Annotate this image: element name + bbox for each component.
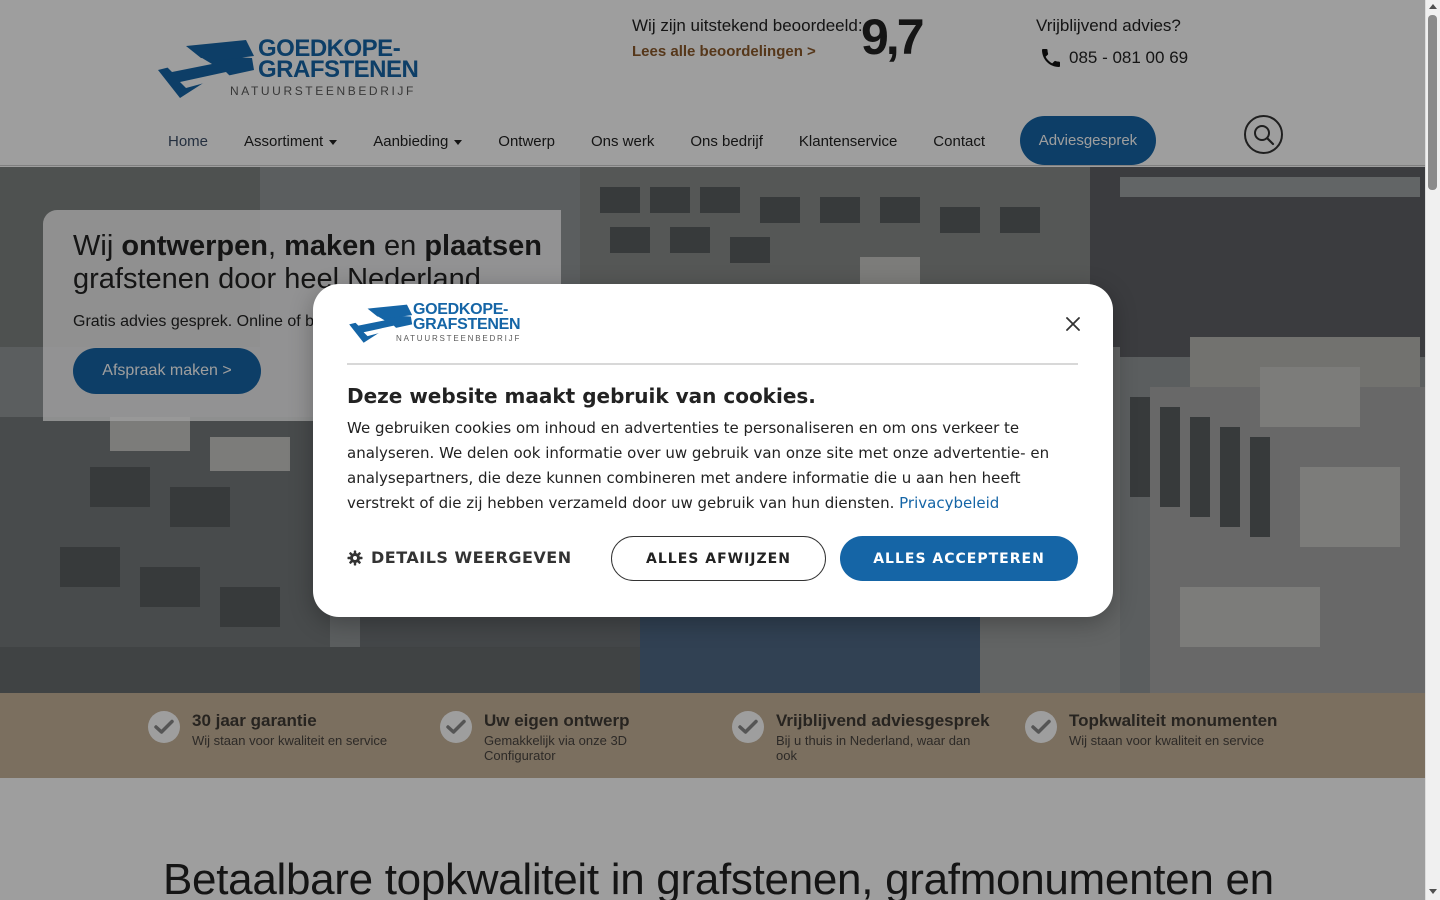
cookie-body: We gebruiken cookies om inhoud en advert… xyxy=(347,416,1067,516)
cookie-consent-dialog: GOEDKOPE- GRAFSTENEN NATUURSTEENBEDRIJF … xyxy=(313,284,1113,617)
accept-all-button[interactable]: ALLES ACCEPTEREN xyxy=(840,536,1078,581)
page-scrollbar[interactable] xyxy=(1425,0,1440,900)
dialog-divider xyxy=(347,363,1078,365)
reject-all-button[interactable]: ALLES AFWIJZEN xyxy=(611,536,826,581)
scrollbar-thumb[interactable] xyxy=(1428,15,1437,190)
close-button[interactable] xyxy=(1061,312,1085,336)
dialog-logo: GOEDKOPE- GRAFSTENEN NATUURSTEENBEDRIJF xyxy=(347,302,527,346)
privacy-policy-link[interactable]: Privacybeleid xyxy=(899,494,999,512)
gear-icon xyxy=(347,550,363,565)
logo-tagline: NATUURSTEENBEDRIJF xyxy=(396,334,522,343)
logo-text-line2: GRAFSTENEN xyxy=(413,316,521,333)
show-details-button[interactable]: DETAILS WEERGEVEN xyxy=(347,548,572,567)
scroll-up-arrow-icon[interactable] xyxy=(1429,4,1437,9)
close-icon xyxy=(1066,317,1080,331)
scroll-down-arrow-icon[interactable] xyxy=(1429,889,1437,894)
show-details-label: DETAILS WEERGEVEN xyxy=(371,548,572,567)
cookie-heading: Deze website maakt gebruik van cookies. xyxy=(347,384,816,408)
